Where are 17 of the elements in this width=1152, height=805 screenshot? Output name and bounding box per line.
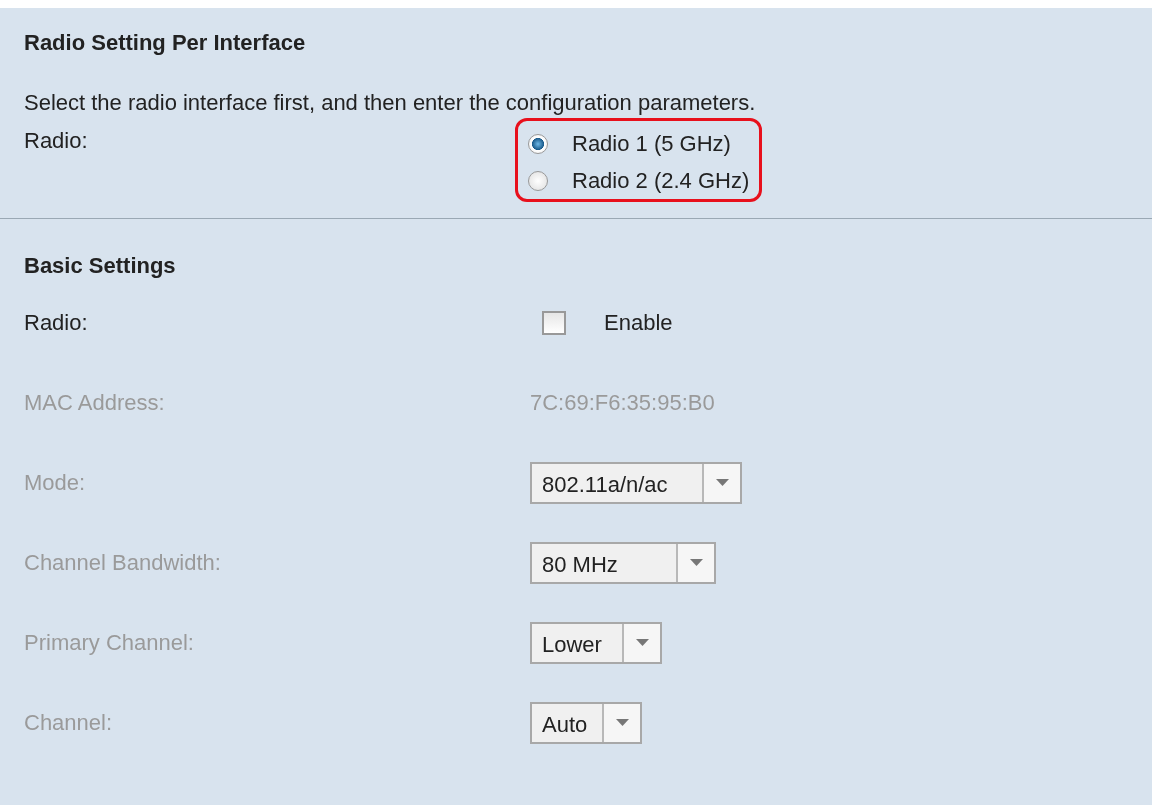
checkbox-label: Enable [604,310,673,336]
radio-label: Radio 1 (5 GHz) [572,130,731,157]
mac-address-value: 7C:69:F6:35:95:B0 [530,390,715,416]
section-title: Basic Settings [24,253,177,280]
field-label: Radio: [24,127,89,155]
field-label: Mode: [24,470,87,496]
radio-button[interactable] [528,133,548,154]
radio-button[interactable] [528,170,548,191]
field-label: MAC Address: [24,390,166,416]
field-label: Channel Bandwidth: [24,550,222,576]
field-label: Primary Channel: [24,630,195,656]
radio-label: Radio 2 (2.4 GHz) [572,167,750,194]
field-label: Radio: [24,310,89,336]
checkbox[interactable] [542,311,566,335]
description: Select the radio interface first, and then enter the configuration parameters. [24,90,757,116]
field-label: Channel: [24,710,114,736]
section-title: Radio Setting Per Interface [24,30,307,57]
